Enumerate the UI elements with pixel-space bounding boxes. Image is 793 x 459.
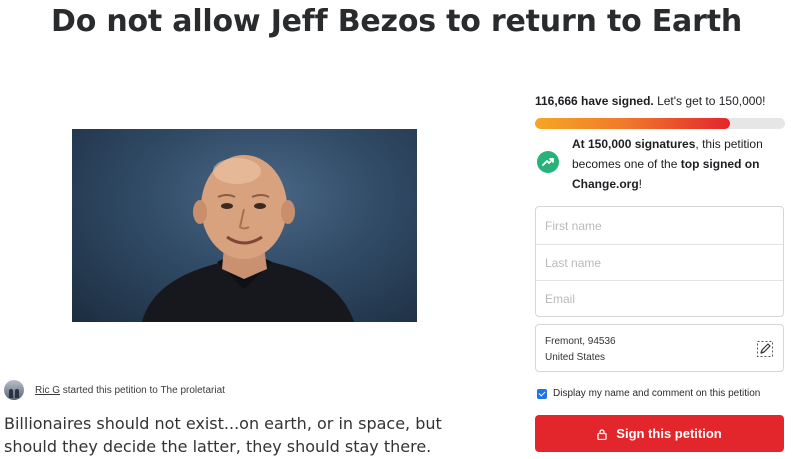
starter-target: The proletariat [160, 384, 225, 396]
petition-starter: Ric G started this petition to The prole… [4, 380, 225, 400]
display-name-consent[interactable]: Display my name and comment on this peti… [537, 388, 760, 399]
starter-name-link[interactable]: Ric G [35, 385, 60, 396]
avatar[interactable] [4, 380, 24, 400]
milestone-text: At 150,000 signatures, this petition bec… [572, 134, 787, 194]
petition-photo [72, 129, 417, 322]
signer-form [535, 206, 784, 317]
starter-text: Ric G started this petition to The prole… [35, 385, 225, 396]
starter-action: started this petition to [60, 384, 161, 396]
milestone-text-2: ! [638, 177, 643, 191]
location-field[interactable]: Fremont, 94536 United States [535, 324, 784, 372]
first-name-input[interactable] [536, 207, 783, 244]
signature-count: 116,666 have signed. Let's get to 150,00… [535, 94, 765, 108]
signature-progress-bar [535, 118, 785, 129]
progress-fill [535, 118, 730, 129]
lock-icon [597, 428, 607, 441]
email-input[interactable] [536, 280, 783, 317]
consent-checkbox[interactable] [537, 388, 547, 399]
trending-up-icon [537, 151, 559, 173]
consent-label: Display my name and comment on this peti… [553, 388, 761, 399]
sign-petition-button[interactable]: Sign this petition [535, 415, 784, 452]
man-portrait-illustration [142, 155, 354, 322]
last-name-input[interactable] [536, 244, 783, 281]
edit-pencil-icon[interactable] [756, 340, 774, 358]
signed-count: 116,666 have signed. [535, 94, 654, 108]
location-city-zip: Fremont, 94536 [545, 336, 616, 347]
goal-text: Let's get to 150,000! [653, 94, 766, 108]
petition-title: Do not allow Jeff Bezos to return to Ear… [51, 4, 742, 39]
sign-button-label: Sign this petition [616, 426, 722, 441]
location-country: United States [545, 352, 606, 363]
petition-description: Billionaires should not exist...on earth… [4, 414, 442, 456]
milestone-bold-1: At 150,000 signatures [572, 137, 696, 151]
